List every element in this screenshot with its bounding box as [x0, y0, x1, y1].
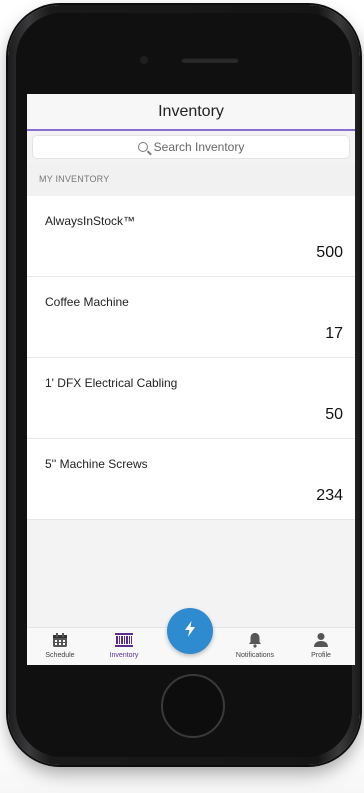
tab-label: Schedule	[45, 652, 75, 659]
navigation-bar: Inventory	[27, 94, 355, 130]
app-screen: Inventory Search Inventory MY INVENTORY …	[27, 94, 355, 665]
search-input[interactable]: Search Inventory	[33, 136, 349, 158]
lightning-bolt-icon	[182, 620, 198, 643]
list-item[interactable]: 5'' Machine Screws 234	[27, 439, 355, 520]
tab-label: Notifications	[235, 652, 275, 659]
item-name: 5'' Machine Screws	[45, 457, 148, 471]
tab-label: Inventory	[109, 652, 139, 659]
action-button[interactable]	[167, 608, 213, 654]
item-quantity: 500	[316, 244, 343, 261]
earpiece-speaker	[181, 57, 239, 63]
item-name: Coffee Machine	[45, 295, 129, 309]
search-icon	[137, 142, 148, 152]
section-header: MY INVENTORY	[27, 164, 355, 196]
section-label: MY INVENTORY	[39, 174, 110, 184]
person-icon	[291, 632, 351, 650]
tab-label: Profile	[311, 652, 331, 659]
bell-icon	[225, 632, 285, 650]
item-name: 1' DFX Electrical Cabling	[45, 376, 178, 390]
calendar-icon	[30, 632, 90, 650]
front-camera	[140, 56, 148, 64]
page-title: Inventory	[158, 103, 224, 120]
item-name: AlwaysInStock™	[45, 214, 136, 228]
search-placeholder: Search Inventory	[153, 140, 245, 154]
barcode-icon	[94, 632, 154, 650]
search-bar: Search Inventory	[27, 131, 355, 161]
tab-profile[interactable]: Profile	[291, 632, 351, 659]
tab-inventory[interactable]: Inventory	[94, 632, 154, 659]
item-quantity: 17	[325, 325, 343, 342]
tab-schedule[interactable]: Schedule	[30, 632, 90, 659]
inventory-list: AlwaysInStock™ 500 Coffee Machine 17 1' …	[27, 196, 355, 520]
home-button[interactable]	[161, 674, 225, 738]
item-quantity: 50	[325, 406, 343, 423]
item-quantity: 234	[316, 487, 343, 504]
tab-notifications[interactable]: Notifications	[225, 632, 285, 659]
list-item[interactable]: Coffee Machine 17	[27, 277, 355, 358]
list-item[interactable]: AlwaysInStock™ 500	[27, 196, 355, 277]
list-item[interactable]: 1' DFX Electrical Cabling 50	[27, 358, 355, 439]
